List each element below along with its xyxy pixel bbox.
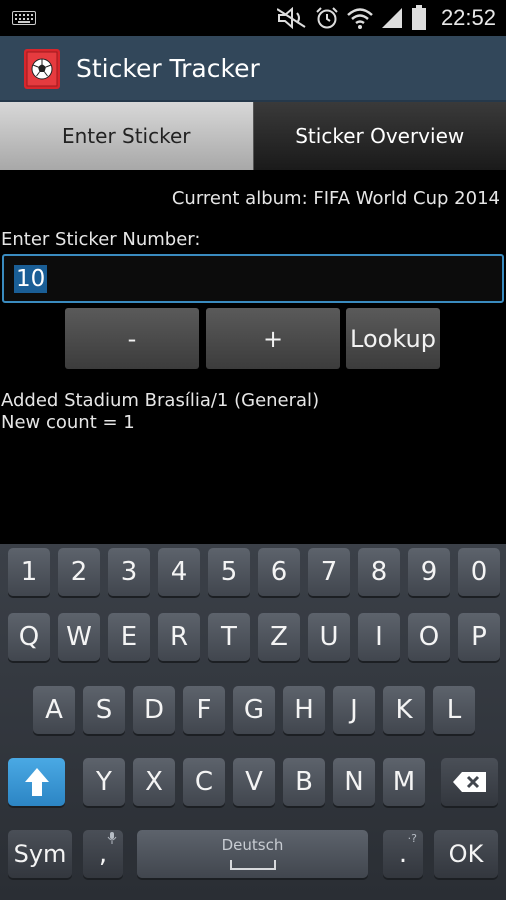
key-w[interactable]: W <box>58 613 100 661</box>
key-k[interactable]: K <box>383 686 425 734</box>
comma-key[interactable]: , <box>83 830 123 878</box>
key-j[interactable]: J <box>333 686 375 734</box>
enter-sticker-number-label: Enter Sticker Number: <box>1 229 201 250</box>
key-0[interactable]: 0 <box>458 548 500 596</box>
status-bar: 22:52 <box>0 0 506 36</box>
key-3[interactable]: 3 <box>108 548 150 596</box>
tab-sticker-overview[interactable]: Sticker Overview <box>253 102 506 170</box>
current-album-label: Current album: FIFA World Cup 2014 <box>171 188 500 209</box>
key-g[interactable]: G <box>233 686 275 734</box>
key-s[interactable]: S <box>83 686 125 734</box>
space-language-label: Deutsch <box>221 836 284 854</box>
key-t[interactable]: T <box>208 613 250 661</box>
key-m[interactable]: M <box>383 758 425 806</box>
mute-icon <box>276 7 306 29</box>
app-title: Sticker Tracker <box>76 54 260 83</box>
microphone-icon <box>107 832 117 847</box>
key-r[interactable]: R <box>158 613 200 661</box>
keyboard-row-asdf: ASDFGHJKL <box>0 686 506 736</box>
sticker-number-input[interactable]: 10 <box>2 254 504 303</box>
key-7[interactable]: 7 <box>308 548 350 596</box>
sym-key[interactable]: Sym <box>8 830 72 878</box>
key-1[interactable]: 1 <box>8 548 50 596</box>
keyboard-row-qwertz: QWERTZUIOP <box>0 613 506 663</box>
key-5[interactable]: 5 <box>208 548 250 596</box>
key-9[interactable]: 9 <box>408 548 450 596</box>
key-4[interactable]: 4 <box>158 548 200 596</box>
key-p[interactable]: P <box>458 613 500 661</box>
key-x[interactable]: X <box>133 758 175 806</box>
comma-label: , <box>98 839 108 869</box>
tab-enter-sticker[interactable]: Enter Sticker <box>0 102 254 170</box>
shift-arrow-icon <box>24 768 49 796</box>
keyboard-number-row: 1234567890 <box>0 548 506 598</box>
decrement-button[interactable]: - <box>65 308 199 369</box>
key-l[interactable]: L <box>433 686 475 734</box>
key-h[interactable]: H <box>283 686 325 734</box>
period-alt-label: ·? <box>407 832 417 845</box>
key-e[interactable]: E <box>108 613 150 661</box>
key-6[interactable]: 6 <box>258 548 300 596</box>
alarm-icon <box>316 7 338 29</box>
key-n[interactable]: N <box>333 758 375 806</box>
shift-key[interactable] <box>8 758 65 806</box>
increment-button[interactable]: + <box>206 308 340 369</box>
action-bar: Sticker Tracker <box>0 36 506 102</box>
key-b[interactable]: B <box>283 758 325 806</box>
key-a[interactable]: A <box>33 686 75 734</box>
key-2[interactable]: 2 <box>58 548 100 596</box>
key-i[interactable]: I <box>358 613 400 661</box>
key-v[interactable]: V <box>233 758 275 806</box>
signal-icon <box>381 8 402 28</box>
lookup-button[interactable]: Lookup <box>346 308 440 369</box>
ok-key[interactable]: OK <box>434 830 498 878</box>
backspace-icon <box>452 772 486 792</box>
space-key[interactable]: Deutsch <box>137 830 368 878</box>
key-y[interactable]: Y <box>83 758 125 806</box>
wifi-icon <box>347 8 373 29</box>
keyboard-bottom-row: Sym , Deutsch . ·? OK <box>0 830 506 880</box>
space-bar-icon <box>229 860 276 870</box>
tab-bar: Enter Sticker Sticker Overview <box>0 102 506 170</box>
key-q[interactable]: Q <box>8 613 50 661</box>
soccer-ball-icon <box>24 49 60 89</box>
sticker-number-value: 10 <box>14 265 48 293</box>
on-screen-keyboard: 1234567890 QWERTZUIOP ASDFGHJKL YXCVBNM … <box>0 544 506 900</box>
status-time: 22:52 <box>440 5 496 30</box>
result-count-line: New count = 1 <box>1 412 135 433</box>
result-message: Added Stadium Brasília/1 (General) New c… <box>1 390 319 434</box>
key-o[interactable]: O <box>408 613 450 661</box>
key-f[interactable]: F <box>183 686 225 734</box>
key-u[interactable]: U <box>308 613 350 661</box>
key-d[interactable]: D <box>133 686 175 734</box>
key-8[interactable]: 8 <box>358 548 400 596</box>
key-c[interactable]: C <box>183 758 225 806</box>
period-key[interactable]: . ·? <box>383 830 423 878</box>
period-label: . <box>398 839 408 869</box>
keyboard-row-yxcv: YXCVBNM <box>0 758 506 808</box>
backspace-key[interactable] <box>441 758 498 806</box>
keyboard-icon <box>12 11 36 25</box>
key-z[interactable]: Z <box>258 613 300 661</box>
battery-icon <box>411 5 426 30</box>
result-added-line: Added Stadium Brasília/1 (General) <box>1 390 320 411</box>
